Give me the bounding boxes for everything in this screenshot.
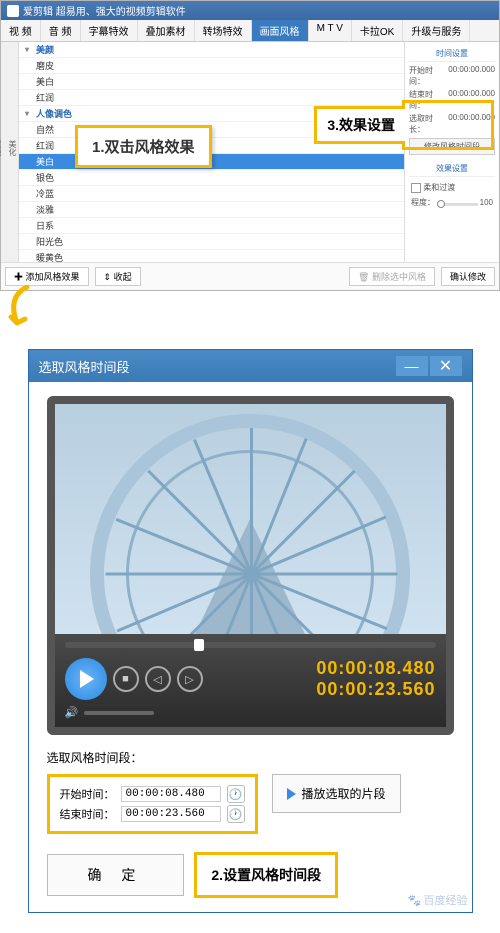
close-button[interactable]: ✕ <box>430 356 462 376</box>
video-player: ■ ◁ ▷ 00:00:08.480 00:00:23.560 🔊 <box>47 396 454 735</box>
tab-karaoke[interactable]: 卡拉OK <box>352 20 403 41</box>
titlebar: 爱剪辑 超易用、强大的视频剪辑软件 <box>1 1 499 20</box>
play-segment-button[interactable]: 播放选取的片段 <box>272 774 401 813</box>
tab-style[interactable]: 画面风格 <box>252 20 309 41</box>
soft-transition-checkbox[interactable] <box>411 183 421 193</box>
video-controls: ■ ◁ ▷ 00:00:08.480 00:00:23.560 🔊 <box>55 634 446 727</box>
tab-overlay[interactable]: 叠加素材 <box>138 20 195 41</box>
minimize-button[interactable]: — <box>396 356 428 376</box>
video-preview[interactable] <box>55 404 446 634</box>
dialog-titlebar: 选取风格时间段 — ✕ <box>29 350 472 382</box>
pick-end-button[interactable]: 🕐 <box>227 805 245 823</box>
watermark: 🐾 百度经验 <box>408 892 468 908</box>
time-range-dialog: 选取风格时间段 — ✕ <box>28 349 473 913</box>
stop-button[interactable]: ■ <box>113 666 139 692</box>
add-style-button[interactable]: ✚ 添加风格效果 <box>5 267 89 286</box>
right-panel: 时间设置 开始时间：00:00:00.000 结束时间：00:00:00.000… <box>404 42 499 262</box>
time-inputs-box: 开始时间： 🕐 结束时间： 🕐 <box>47 774 258 834</box>
progress-bar[interactable] <box>65 642 436 648</box>
play-button[interactable] <box>65 658 107 700</box>
sidebar-beautify[interactable]: 美化 <box>7 140 18 168</box>
bottom-bar: ✚ 添加风格效果 ⇕ 收起 🗑 删除选中风格 确认修改 <box>1 262 499 290</box>
main-tabs: 视 频 音 频 字幕特效 叠加素材 转场特效 画面风格 M T V 卡拉OK 升… <box>1 20 499 42</box>
list-item[interactable]: 磨皮 <box>19 58 404 74</box>
end-time-input[interactable] <box>121 806 221 822</box>
next-frame-button[interactable]: ▷ <box>177 666 203 692</box>
current-time: 00:00:08.480 <box>316 658 435 679</box>
list-item[interactable]: 日系 <box>19 218 404 234</box>
tab-video[interactable]: 视 频 <box>1 20 41 41</box>
section-title: 选取风格时间段： <box>47 749 454 766</box>
list-item[interactable]: 红润 <box>19 90 404 106</box>
callout-1: 1.双击风格效果 <box>75 125 212 168</box>
volume-slider[interactable] <box>84 711 154 715</box>
delete-style-button[interactable]: 🗑 删除选中风格 <box>349 267 435 286</box>
flow-arrow-icon <box>5 285 45 330</box>
tab-subtitle[interactable]: 字幕特效 <box>81 20 138 41</box>
list-item[interactable]: 银色 <box>19 170 404 186</box>
app-logo-icon <box>7 5 19 17</box>
effect-panel-title: 效果设置 <box>409 161 495 177</box>
app-title: 爱剪辑 超易用、强大的视频剪辑软件 <box>23 3 186 18</box>
volume-icon[interactable]: 🔊 <box>65 706 79 719</box>
prev-frame-button[interactable]: ◁ <box>145 666 171 692</box>
expand-icon: ▾ <box>25 45 33 54</box>
pick-start-button[interactable]: 🕐 <box>227 785 245 803</box>
degree-slider[interactable] <box>437 203 478 206</box>
list-item[interactable]: 冷蓝 <box>19 186 404 202</box>
confirm-button[interactable]: 确 定 <box>47 854 185 896</box>
expand-icon: ▾ <box>25 109 33 118</box>
list-item[interactable]: 暖黄色 <box>19 250 404 262</box>
start-time-input[interactable] <box>121 786 221 802</box>
callout-3: 3.效果设置 <box>314 106 405 144</box>
confirm-modify-button[interactable]: 确认修改 <box>441 267 495 286</box>
time-panel-title: 时间设置 <box>409 46 495 62</box>
soft-transition-label: 柔和过渡 <box>423 183 455 192</box>
collapse-button[interactable]: ⇕ 收起 <box>95 267 141 286</box>
total-time: 00:00:23.560 <box>316 679 435 700</box>
callout-3-box: 3.效果设置 <box>402 100 494 150</box>
tab-audio[interactable]: 音 频 <box>41 20 81 41</box>
progress-thumb[interactable] <box>194 639 204 651</box>
list-header[interactable]: ▾美颜 <box>19 42 404 58</box>
list-item[interactable]: 淡雅 <box>19 202 404 218</box>
sidebar: 美化 滤镜 动景 <box>1 42 19 262</box>
paw-icon: 🐾 <box>408 894 422 907</box>
list-item[interactable]: 阳光色 <box>19 234 404 250</box>
tab-transition[interactable]: 转场特效 <box>195 20 252 41</box>
sidebar-filter[interactable]: 滤镜 <box>0 140 3 168</box>
list-item[interactable]: 美白 <box>19 74 404 90</box>
dialog-title: 选取风格时间段 <box>39 357 130 376</box>
tab-mtv[interactable]: M T V <box>309 20 352 41</box>
tab-upgrade[interactable]: 升级与服务 <box>403 20 470 41</box>
callout-2: 2.设置风格时间段 <box>194 852 338 898</box>
